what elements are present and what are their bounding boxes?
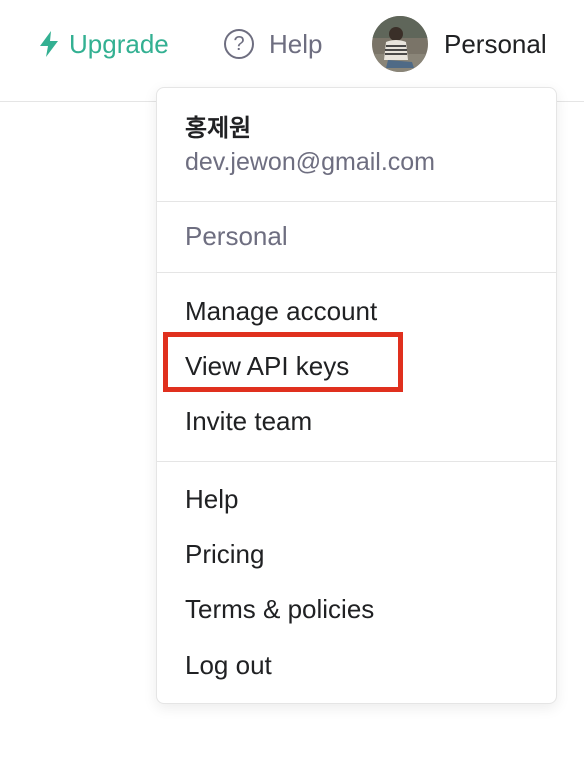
invite-team-item[interactable]: Invite team bbox=[185, 406, 312, 437]
org-label[interactable]: Personal bbox=[185, 221, 288, 252]
user-name: 홍제원 bbox=[185, 115, 252, 142]
lightning-bolt-icon bbox=[38, 31, 60, 57]
highlight-box bbox=[163, 332, 403, 392]
account-dropdown-menu: 홍제원 dev.jewon@gmail.com Personal Manage … bbox=[156, 87, 557, 704]
upgrade-label: Upgrade bbox=[69, 28, 169, 59]
terms-policies-item[interactable]: Terms & policies bbox=[185, 594, 374, 625]
help-button[interactable]: ? Help bbox=[224, 20, 322, 68]
help-item[interactable]: Help bbox=[185, 484, 238, 515]
manage-account-item[interactable]: Manage account bbox=[185, 296, 377, 327]
help-label: Help bbox=[269, 28, 323, 59]
divider bbox=[157, 461, 556, 462]
account-menu-button[interactable]: Personal bbox=[372, 16, 547, 72]
user-email: dev.jewon@gmail.com bbox=[185, 148, 436, 176]
divider bbox=[157, 201, 556, 202]
divider bbox=[157, 272, 556, 273]
question-circle-icon: ? bbox=[224, 29, 254, 59]
upgrade-button[interactable]: Upgrade bbox=[38, 20, 169, 68]
pricing-item[interactable]: Pricing bbox=[185, 539, 264, 570]
account-label: Personal bbox=[444, 28, 547, 59]
log-out-item[interactable]: Log out bbox=[185, 650, 272, 681]
avatar bbox=[372, 16, 428, 72]
